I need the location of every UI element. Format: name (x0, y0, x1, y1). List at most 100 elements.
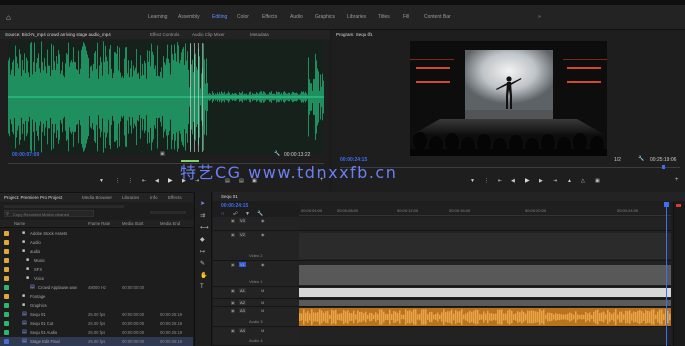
program-step-back-icon[interactable]: ◀ (511, 178, 515, 184)
label-color-swatch[interactable] (4, 231, 9, 236)
tab-effects[interactable]: Effects (168, 195, 190, 200)
track-header-a2[interactable]: A2 ▣ M (213, 299, 299, 307)
track-id[interactable]: V3 (239, 218, 246, 223)
program-playhead[interactable] (662, 165, 665, 169)
program-export-frame-icon[interactable]: ▣ (595, 178, 600, 184)
audio-clip-waveform[interactable] (299, 308, 671, 326)
workspace-tab-learning[interactable]: Learning (148, 14, 167, 20)
label-color-swatch[interactable] (4, 276, 9, 281)
project-item[interactable]: ■ SFX (0, 265, 193, 274)
lane-a3[interactable] (299, 307, 671, 327)
mute-icon[interactable]: M (261, 300, 264, 305)
program-mark-out-icon[interactable]: ⋮ (484, 178, 489, 184)
project-item[interactable]: ■ Graphics (0, 301, 193, 310)
program-play-icon[interactable]: ▶ (525, 177, 530, 184)
program-menu-icon[interactable]: ≡ (368, 31, 371, 37)
label-color-swatch[interactable] (4, 285, 9, 290)
timeline-timecode[interactable]: 00:00:24:15 (221, 203, 248, 209)
timeline-playhead-handle[interactable] (664, 202, 669, 207)
track-header-v1[interactable]: V1 ▣ ◉ Video 1 (213, 261, 299, 287)
project-item[interactable]: ■ Adobe Stock Assets (0, 229, 193, 238)
workspace-tab-audio[interactable]: Audio (290, 14, 303, 20)
lane-v1[interactable] (299, 261, 671, 287)
lock-icon[interactable]: ▣ (231, 232, 235, 237)
tab-source[interactable]: Source: Bird-N_mp4 crowd arriving stage … (5, 32, 142, 37)
wrench-icon[interactable]: 🔧 (274, 151, 280, 157)
slip-icon[interactable]: ↦ (200, 248, 205, 255)
track-select-icon[interactable]: ⇉ (200, 212, 205, 219)
clip-audio-1[interactable] (299, 288, 671, 297)
label-color-swatch[interactable] (4, 240, 9, 245)
project-item[interactable]: ▤ Sequ 01 Cut 25.00 fps 00:00:00:00 00:00:25… (0, 319, 193, 328)
workspace-tab-fill[interactable]: Fill (403, 14, 409, 20)
timeline-vscroll[interactable] (673, 202, 685, 346)
program-go-in-icon[interactable]: ⇤ (498, 178, 502, 184)
workspace-tab-content-bar[interactable]: Content Bar (424, 14, 451, 20)
workspace-tab-editing[interactable]: Editing (212, 14, 227, 20)
track-id[interactable]: V1 (239, 262, 246, 267)
tab-project[interactable]: Project: Premiere Pro Project (4, 195, 74, 200)
lift-icon[interactable]: ▲ (567, 178, 572, 184)
settings-icon[interactable]: ▣ (160, 151, 165, 157)
track-header-a3[interactable]: A3 ▣ M Audio 3 (213, 307, 299, 327)
tab-effect-controls[interactable]: Effect Controls (150, 32, 190, 37)
lane-v2[interactable] (299, 231, 671, 261)
column-media-start[interactable]: Media Start (122, 221, 156, 226)
tab-media-browser[interactable]: Media Browser (82, 195, 117, 200)
tab-metadata[interactable]: Metadata (250, 32, 280, 37)
program-go-out-icon[interactable]: ⇥ (553, 178, 557, 184)
project-item[interactable]: ▤ Sequ 01 Audio 25.00 fps 00:00:00:00 00:00:… (0, 328, 193, 337)
column-frame-rate[interactable]: Frame Rate (88, 221, 118, 226)
workspace-tab-graphics[interactable]: Graphics (315, 14, 335, 20)
go-to-in-icon[interactable]: ⇤ (142, 178, 146, 184)
label-color-swatch[interactable] (4, 321, 9, 326)
workspace-tab-assembly[interactable]: Assembly (178, 14, 200, 20)
lock-icon[interactable]: ▣ (231, 328, 235, 333)
program-step-forward-icon[interactable]: ▶ (539, 178, 543, 184)
tab-libraries[interactable]: Libraries (122, 195, 144, 200)
selection-tool-icon[interactable]: ➤ (200, 200, 205, 207)
eye-icon[interactable]: ◉ (261, 232, 265, 237)
timeline-playhead[interactable] (666, 202, 667, 346)
track-header-v3[interactable]: V3 ▣ ◉ (213, 217, 299, 231)
lock-icon[interactable]: ▣ (231, 308, 235, 313)
label-color-swatch[interactable] (4, 267, 9, 272)
play-icon[interactable]: ▶ (168, 177, 173, 184)
lock-icon[interactable]: ▣ (231, 300, 235, 305)
track-id[interactable]: A2 (239, 300, 246, 305)
program-fit[interactable]: 1/2 (614, 157, 621, 163)
eye-icon[interactable]: ◉ (261, 262, 265, 267)
label-color-swatch[interactable] (4, 312, 9, 317)
program-add-button-icon[interactable]: + (675, 177, 679, 183)
time-ruler[interactable]: 00:00:04:00 00:00:08:00 00:00:12:00 00:0… (299, 202, 671, 216)
label-color-swatch[interactable] (4, 294, 9, 299)
track-header-a1[interactable]: A1 ▣ M (213, 287, 299, 299)
hand-icon[interactable]: ✋ (200, 272, 207, 279)
clip-video-1[interactable] (299, 265, 671, 285)
lock-icon[interactable]: ▣ (231, 262, 235, 267)
project-item[interactable]: ■ audio (0, 247, 193, 256)
project-item[interactable]: ■ Footage (0, 292, 193, 301)
tab-info[interactable]: Info (150, 195, 164, 200)
track-header-a4[interactable]: A4 ▣ M Audio 4 (213, 327, 299, 346)
program-settings-icon[interactable]: 🔧 (638, 156, 644, 162)
track-id[interactable]: A1 (239, 288, 246, 293)
razor-icon[interactable]: ◆ (200, 236, 205, 243)
source-waveform[interactable] (8, 41, 324, 154)
project-item[interactable]: ■ Audio (0, 238, 193, 247)
program-mark-in-icon[interactable]: ▼ (470, 178, 475, 184)
column-name[interactable]: Name (14, 221, 25, 226)
lock-icon[interactable]: ▣ (231, 218, 235, 223)
mute-icon[interactable]: M (261, 328, 264, 333)
workspace-tab-titles[interactable]: Titles (378, 14, 390, 20)
pen-icon[interactable]: ✎ (200, 260, 205, 267)
project-item[interactable]: ■ Voice (0, 274, 193, 283)
column-media-end[interactable]: Media End (160, 221, 190, 226)
tab-sequence[interactable]: Sequ 01 (221, 194, 238, 199)
mark-in-icon[interactable]: ▼ (99, 178, 104, 184)
mute-icon[interactable]: M (261, 288, 264, 293)
label-color-swatch[interactable] (4, 303, 9, 308)
label-color-swatch[interactable] (4, 249, 9, 254)
workspace-overflow[interactable]: » (538, 14, 541, 20)
track-header-v2[interactable]: V2 ▣ ◉ Video 2 (213, 231, 299, 261)
